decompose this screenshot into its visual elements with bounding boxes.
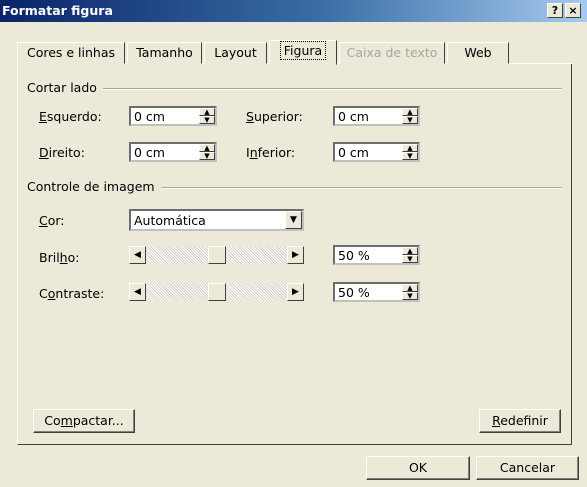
crop-bottom-label: Inferior: xyxy=(246,145,296,160)
brightness-value: 50 % xyxy=(338,248,370,263)
crop-section-title: Cortar lado xyxy=(27,80,103,95)
spin-down-icon[interactable]: ▼ xyxy=(199,116,215,124)
tab-layout[interactable]: Layout xyxy=(204,42,267,64)
help-icon: ? xyxy=(551,4,559,17)
contrast-label: Contraste: xyxy=(39,286,105,301)
scroll-left-icon[interactable]: ◀ xyxy=(129,283,146,301)
tab-label: Caixa de texto xyxy=(346,45,438,60)
spin-up-icon[interactable]: ▲ xyxy=(402,144,418,152)
color-dropdown[interactable]: Automática ▼ xyxy=(129,209,304,231)
brightness-slider-thumb[interactable] xyxy=(208,246,226,264)
brightness-slider[interactable]: ◀ ▶ xyxy=(129,246,304,264)
tab-figura[interactable]: Figura xyxy=(269,40,337,65)
image-control-section-title: Controle de imagem xyxy=(27,179,161,194)
brightness-label: Brilho: xyxy=(39,250,80,265)
crop-bottom-value: 0 cm xyxy=(338,145,369,160)
title-bar: Formatar figura xyxy=(0,0,587,22)
contrast-field[interactable]: 50 % ▲ ▼ xyxy=(333,282,420,302)
contrast-slider[interactable]: ◀ ▶ xyxy=(129,283,304,301)
spin-up-icon[interactable]: ▲ xyxy=(402,284,418,292)
tab-web[interactable]: Web xyxy=(447,42,509,64)
close-icon: × xyxy=(568,4,578,17)
tab-label: Figura xyxy=(279,41,327,60)
spin-down-icon[interactable]: ▼ xyxy=(402,152,418,160)
crop-section-rule xyxy=(30,88,562,90)
spin-down-icon[interactable]: ▼ xyxy=(402,116,418,124)
tab-label: Layout xyxy=(214,45,257,60)
tab-cores-e-linhas[interactable]: Cores e linhas xyxy=(17,42,125,64)
scroll-left-icon[interactable]: ◀ xyxy=(129,246,146,264)
spin-up-icon[interactable]: ▲ xyxy=(402,108,418,116)
tab-label: Cores e linhas xyxy=(26,45,116,60)
scroll-right-icon[interactable]: ▶ xyxy=(287,283,304,301)
close-button[interactable]: × xyxy=(565,3,581,18)
spin-up-icon[interactable]: ▲ xyxy=(199,108,215,116)
tab-label: Tamanho xyxy=(136,45,193,60)
color-label: Cor: xyxy=(39,213,65,228)
tab-caixa-de-texto: Caixa de texto xyxy=(339,42,445,64)
contrast-slider-thumb[interactable] xyxy=(208,283,226,301)
spin-down-icon[interactable]: ▼ xyxy=(199,152,215,160)
crop-right-label: Direito: xyxy=(39,145,85,160)
crop-right-value: 0 cm xyxy=(134,145,165,160)
compress-button[interactable]: Compactar... xyxy=(33,409,135,433)
brightness-field[interactable]: 50 % ▲ ▼ xyxy=(333,245,420,265)
spin-up-icon[interactable]: ▲ xyxy=(199,144,215,152)
reset-button[interactable]: Redefinir xyxy=(479,409,561,433)
crop-left-field[interactable]: 0 cm ▲ ▼ xyxy=(129,106,217,126)
crop-left-label: Esquerdo: xyxy=(39,109,102,124)
ok-button[interactable]: OK xyxy=(366,456,470,480)
scroll-right-icon[interactable]: ▶ xyxy=(287,246,304,264)
crop-left-value: 0 cm xyxy=(134,109,165,124)
contrast-value: 50 % xyxy=(338,285,370,300)
chevron-down-icon[interactable]: ▼ xyxy=(285,211,302,229)
window-title: Formatar figura xyxy=(2,3,113,18)
spin-up-icon[interactable]: ▲ xyxy=(402,247,418,255)
tab-label: Web xyxy=(464,45,492,60)
crop-bottom-field[interactable]: 0 cm ▲ ▼ xyxy=(333,142,420,162)
crop-right-field[interactable]: 0 cm ▲ ▼ xyxy=(129,142,217,162)
crop-top-value: 0 cm xyxy=(338,109,369,124)
crop-top-label: Superior: xyxy=(246,109,303,124)
spin-down-icon[interactable]: ▼ xyxy=(402,292,418,300)
tab-tamanho[interactable]: Tamanho xyxy=(127,42,202,64)
cancel-button[interactable]: Cancelar xyxy=(476,456,579,480)
color-value: Automática xyxy=(134,213,206,228)
crop-top-field[interactable]: 0 cm ▲ ▼ xyxy=(333,106,420,126)
spin-down-icon[interactable]: ▼ xyxy=(402,255,418,263)
help-button[interactable]: ? xyxy=(547,3,563,18)
